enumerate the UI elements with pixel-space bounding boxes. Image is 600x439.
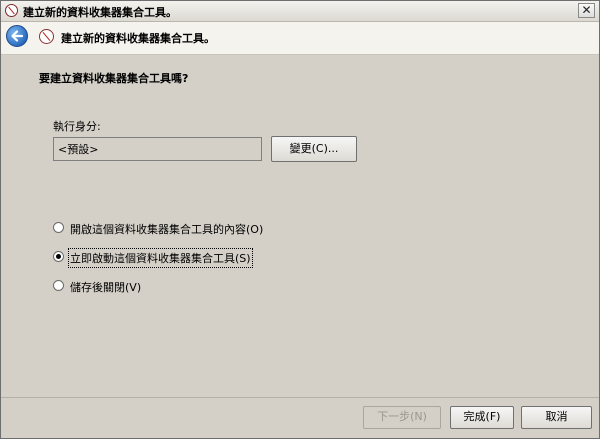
run-as-label: 執行身分: xyxy=(53,120,101,133)
option-label: 開啟這個資料收集器集合工具的內容(O) xyxy=(70,223,264,236)
back-arrow-button[interactable] xyxy=(6,25,28,47)
radio-button[interactable] xyxy=(53,280,64,291)
wizard-header: 建立新的資料收集器集合工具。 xyxy=(1,22,599,55)
radio-button[interactable] xyxy=(53,251,64,262)
close-button[interactable]: ✕ xyxy=(578,3,595,18)
finish-button[interactable]: 完成(F) xyxy=(450,406,514,429)
change-button[interactable]: 變更(C)... xyxy=(271,136,357,162)
title-bar[interactable]: 建立新的資料收集器集合工具。 ✕ xyxy=(1,1,599,22)
data-collector-icon xyxy=(5,4,18,17)
option-label: 儲存後關閉(V) xyxy=(70,281,142,294)
back-arrow-icon xyxy=(11,30,24,42)
window-title: 建立新的資料收集器集合工具。 xyxy=(23,6,177,19)
footer-divider xyxy=(1,397,599,398)
data-collector-icon xyxy=(39,29,54,44)
radio-button[interactable] xyxy=(53,222,64,233)
run-as-field: <預設> xyxy=(53,137,262,161)
next-button[interactable]: 下一步(N) xyxy=(363,406,441,429)
cancel-button[interactable]: 取消 xyxy=(521,406,592,429)
wizard-window: 建立新的資料收集器集合工具。 ✕ 建立新的資料收集器集合工具。 要建立資料收集器… xyxy=(0,0,600,439)
wizard-question: 要建立資料收集器集合工具嗎? xyxy=(39,72,189,85)
option-label: 立即啟動這個資料收集器集合工具(S) xyxy=(68,248,253,268)
wizard-header-title: 建立新的資料收集器集合工具。 xyxy=(61,32,215,45)
